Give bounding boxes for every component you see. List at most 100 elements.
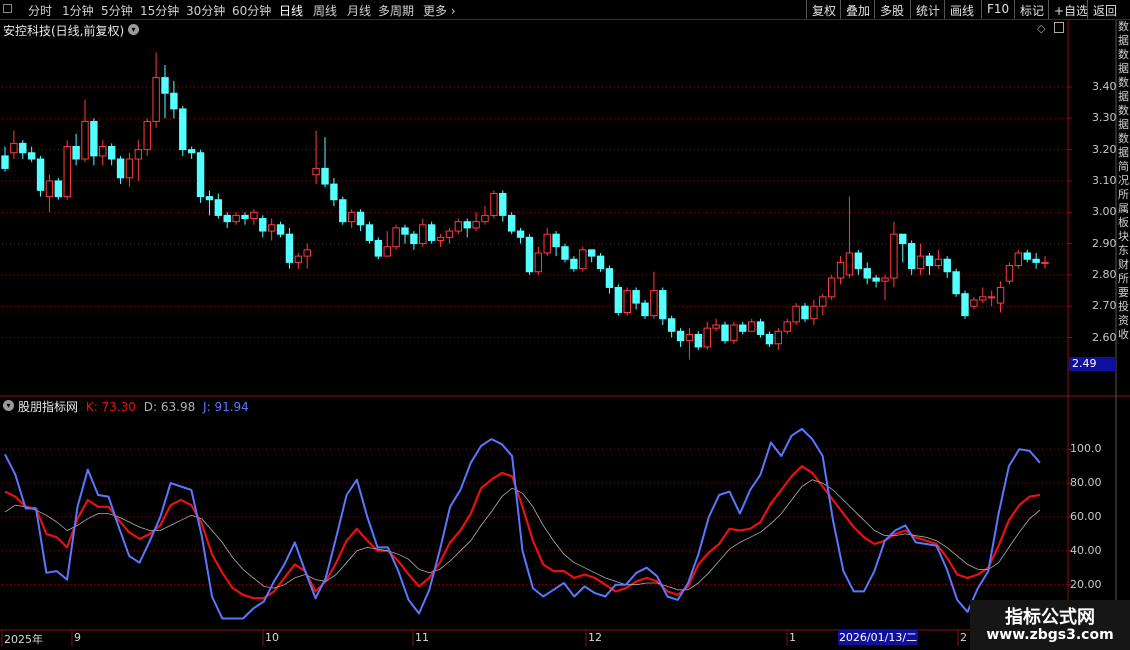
candle-body-down xyxy=(907,243,916,270)
candle-body-down xyxy=(1023,252,1031,260)
candle-body-up xyxy=(125,158,134,179)
candle-body-down xyxy=(161,77,169,94)
candle-body-down xyxy=(401,227,409,235)
candle-body-down xyxy=(499,192,507,216)
candle-body-down xyxy=(596,255,605,270)
candle-body-down xyxy=(801,305,809,320)
candle-body-up xyxy=(383,246,391,257)
date-axis-label: 2 xyxy=(960,631,967,644)
side-strip-char: 数 xyxy=(1118,76,1129,89)
kdj-axis-label: 80.00 xyxy=(1070,476,1102,490)
price-axis-label: 2.70 xyxy=(1092,299,1117,313)
candle-body-down xyxy=(27,152,36,160)
candle-body-up xyxy=(454,221,463,232)
indicator-title: 股朋指标网 K: 73.30 D: 63.98 J: 91.94 xyxy=(18,398,253,415)
candle-body-up xyxy=(232,214,240,223)
candle-body-down xyxy=(961,293,969,317)
indicator-d-value: D: 63.98 xyxy=(143,400,196,414)
price-axis-label: 3.30 xyxy=(1092,111,1117,125)
candle-body-down xyxy=(1,155,9,169)
candle-body-up xyxy=(472,221,480,229)
side-strip-char: 所 xyxy=(1118,272,1129,285)
candle-body-down xyxy=(694,333,703,348)
candle-body-up xyxy=(579,249,587,270)
site-watermark: 指标公式网 www.zbgs3.com xyxy=(970,600,1130,650)
candle-body-down xyxy=(925,255,934,267)
candle-body-down xyxy=(561,246,569,260)
price-axis-label: 2.90 xyxy=(1092,236,1117,250)
chart-canvas[interactable] xyxy=(0,0,1130,650)
kdj-axis-label: 100.0 xyxy=(1070,442,1102,456)
kdj-line-d xyxy=(4,479,1041,591)
candle-body-up xyxy=(916,255,925,270)
indicator-dropdown-icon[interactable]: ▾ xyxy=(3,400,14,411)
candle-body-up xyxy=(445,230,454,238)
candle-body-up xyxy=(99,145,107,157)
side-strip-char: 简 xyxy=(1118,160,1129,173)
candle-body-up xyxy=(623,290,631,313)
candle-body-up xyxy=(730,324,738,342)
candle-body-down xyxy=(552,233,560,248)
watermark-url: www.zbgs3.com xyxy=(986,627,1114,643)
price-axis-label: 3.40 xyxy=(1092,79,1117,93)
candle-body-up xyxy=(783,321,791,332)
candle-body-down xyxy=(721,324,729,342)
candle-body-up xyxy=(970,299,978,307)
candle-body-up xyxy=(134,149,143,160)
cursor-date-value: 2026/01/13/二 xyxy=(838,631,918,644)
side-strip-char: 据 xyxy=(1118,62,1129,75)
price-tag-value: 2.49 xyxy=(1072,357,1097,370)
candle-body-up xyxy=(1041,261,1049,264)
side-strip-char: 投 xyxy=(1118,300,1129,313)
candle-body-down xyxy=(854,252,863,270)
indicator-k-value: K: 73.30 xyxy=(85,400,136,414)
candle-body-up xyxy=(1014,252,1023,267)
candle-body-up xyxy=(534,252,543,273)
side-strip-char: 要 xyxy=(1118,286,1129,299)
candle-body-down xyxy=(339,199,347,223)
side-strip-char: 据 xyxy=(1118,90,1129,103)
candle-body-up xyxy=(845,252,854,276)
price-axis-label: 3.20 xyxy=(1092,142,1117,156)
kdj-axis-label: 60.00 xyxy=(1070,509,1102,523)
candle-body-down xyxy=(107,145,116,160)
candle-body-down xyxy=(54,180,63,198)
date-axis-label: 12 xyxy=(588,631,602,644)
side-strip-char: 财 xyxy=(1118,258,1129,271)
candle-body-up xyxy=(81,120,89,160)
date-axis-label: 10 xyxy=(265,631,279,644)
candle-body-down xyxy=(330,183,338,201)
candle-body-up xyxy=(810,305,818,320)
candle-body-up xyxy=(63,145,71,198)
candle-body-up xyxy=(819,296,827,307)
candle-body-up xyxy=(836,261,845,279)
candle-body-up xyxy=(979,296,987,301)
side-strip-char: 据 xyxy=(1118,34,1129,47)
side-strip-char: 况 xyxy=(1118,174,1129,187)
candle-body-up xyxy=(436,236,445,241)
candle-body-down xyxy=(863,268,871,279)
candle-body-up xyxy=(294,255,303,263)
candle-body-down xyxy=(765,333,774,345)
candle-body-down xyxy=(214,199,223,216)
candle-body-down xyxy=(223,214,231,223)
candle-body-down xyxy=(632,290,640,304)
candle-body-down xyxy=(667,318,676,332)
candle-body-up xyxy=(419,224,427,245)
candle-body-up xyxy=(543,233,551,254)
price-tag: 2.49 xyxy=(1069,357,1116,371)
candle-body-up xyxy=(827,277,836,298)
candle-body-down xyxy=(276,224,285,235)
side-info-strip[interactable]: 数据数据数据数据数据简况所属板块东财所要投资收 xyxy=(1117,20,1130,630)
side-strip-char: 收 xyxy=(1118,328,1129,341)
side-strip-char: 板 xyxy=(1118,216,1129,229)
price-axis-label: 2.60 xyxy=(1092,330,1117,344)
candle-body-up xyxy=(392,227,400,248)
candle-body-down xyxy=(259,218,267,232)
candle-body-up xyxy=(685,333,694,342)
candle-body-down xyxy=(196,152,205,198)
candle-body-down xyxy=(507,214,516,232)
candle-body-up xyxy=(987,296,996,299)
candle-body-up xyxy=(303,249,311,257)
candle-body-down xyxy=(365,224,374,241)
